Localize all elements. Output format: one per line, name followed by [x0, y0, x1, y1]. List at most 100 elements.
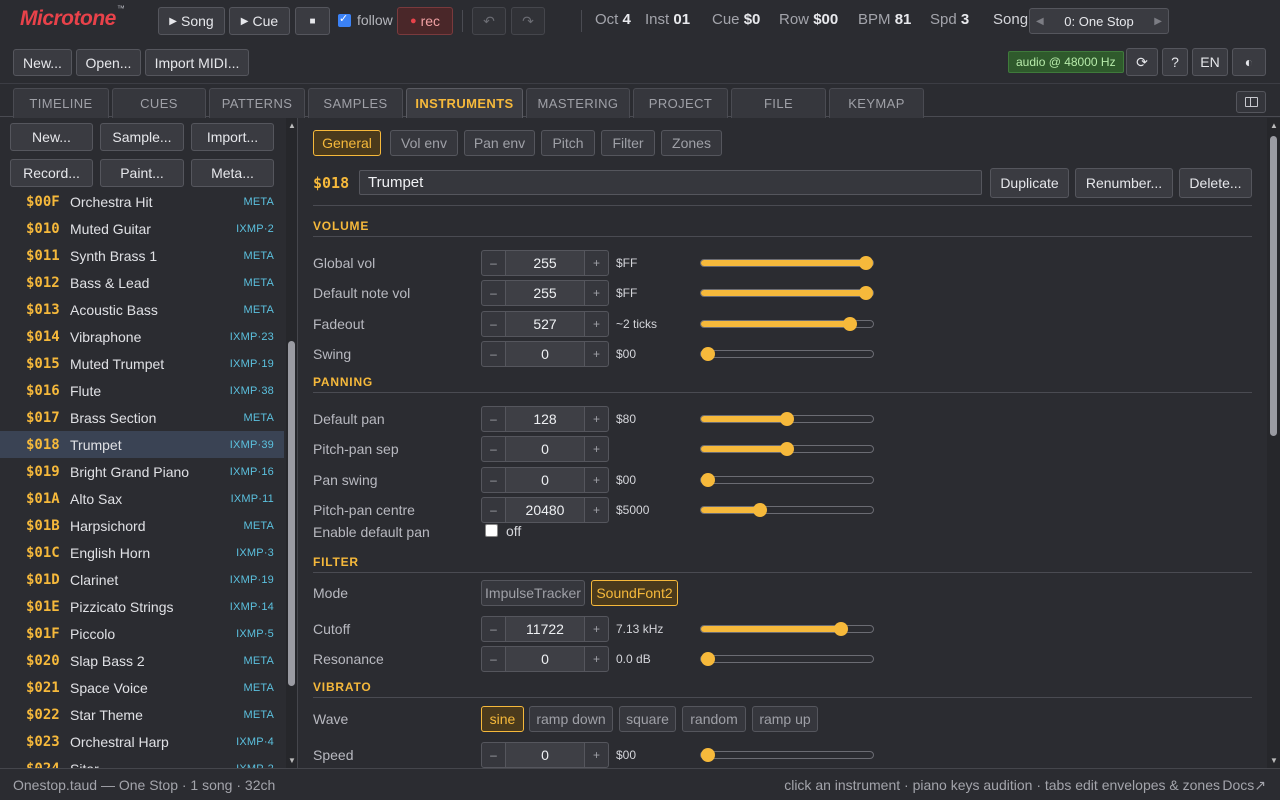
pitch-pan-centre-slider[interactable]	[700, 503, 874, 517]
plus-icon[interactable]: +	[585, 468, 608, 492]
default-pan-slider[interactable]	[700, 412, 874, 426]
plus-icon[interactable]: +	[585, 437, 608, 461]
fadeout-stepper[interactable]: –527 +	[481, 311, 609, 337]
wave-ramp-down[interactable]: ramp down	[529, 706, 613, 732]
pan-swing-value[interactable]: 0	[505, 468, 585, 492]
default-note-vol-stepper[interactable]: –255 +	[481, 280, 609, 306]
list-item[interactable]: $010 Muted Guitar IXMP·2	[0, 215, 284, 242]
slider-handle[interactable]	[859, 256, 873, 270]
slider-handle[interactable]	[780, 442, 794, 456]
import-instrument-button[interactable]: Import...	[191, 123, 274, 151]
enable-default-pan-checkbox[interactable]	[485, 524, 498, 537]
slider-handle[interactable]	[701, 748, 715, 762]
list-item[interactable]: $013 Acoustic Bass META	[0, 296, 284, 323]
pitch-pan-sep-slider[interactable]	[700, 442, 874, 456]
pan-swing-stepper[interactable]: –0 +	[481, 467, 609, 493]
list-item[interactable]: $020 Slap Bass 2 META	[0, 647, 284, 674]
theme-toggle-button[interactable]: ◐	[1232, 48, 1266, 76]
song-selector[interactable]: ◀ 0: One Stop ▶	[1029, 8, 1169, 34]
list-item[interactable]: $023 Orchestral Harp IXMP·4	[0, 728, 284, 755]
plus-icon[interactable]: +	[585, 251, 608, 275]
chevron-left-icon[interactable]: ◀	[1036, 16, 1044, 27]
global-vol-value[interactable]: 255	[505, 251, 585, 275]
list-item[interactable]: $011 Synth Brass 1 META	[0, 242, 284, 269]
speed-slider[interactable]	[700, 748, 874, 762]
list-item[interactable]: $024SitarIXMP·2	[0, 755, 284, 769]
default-pan-value[interactable]: 128	[505, 407, 585, 431]
slider-handle[interactable]	[701, 347, 715, 361]
subtab-pitch[interactable]: Pitch	[541, 130, 595, 156]
meta-instrument-button[interactable]: Meta...	[191, 159, 274, 187]
list-item[interactable]: $01B Harpsichord META	[0, 512, 284, 539]
slider-handle[interactable]	[701, 652, 715, 666]
filter-mode-impulsetracker[interactable]: ImpulseTracker	[481, 580, 585, 606]
minus-icon[interactable]: –	[482, 342, 505, 366]
swing-slider[interactable]	[700, 347, 874, 361]
minus-icon[interactable]: –	[482, 647, 505, 671]
default-note-vol-value[interactable]: 255	[505, 281, 585, 305]
tab-project[interactable]: PROJECT	[633, 88, 728, 118]
refresh-button[interactable]: ⟳	[1126, 48, 1158, 76]
language-button[interactable]: EN	[1192, 48, 1228, 76]
pitch-pan-sep-value[interactable]: 0	[505, 437, 585, 461]
slider-handle[interactable]	[833, 622, 848, 636]
minus-icon[interactable]: –	[482, 743, 505, 767]
scroll-up-icon[interactable]: ▲	[288, 121, 296, 130]
tab-instruments[interactable]: INSTRUMENTS	[406, 88, 523, 118]
tab-timeline[interactable]: TIMELINE	[13, 88, 109, 118]
tab-cues[interactable]: CUES	[112, 88, 206, 118]
undo-button[interactable]: ↶	[472, 7, 506, 35]
sample-instrument-button[interactable]: Sample...	[100, 123, 184, 151]
duplicate-button[interactable]: Duplicate	[990, 168, 1069, 198]
speed-stepper[interactable]: –0 +	[481, 742, 609, 768]
minus-icon[interactable]: –	[482, 281, 505, 305]
record-button[interactable]: ● rec	[397, 7, 453, 35]
filter-mode-soundfont2[interactable]: SoundFont2	[591, 580, 678, 606]
subtab-filter[interactable]: Filter	[601, 130, 655, 156]
redo-button[interactable]: ↷	[511, 7, 545, 35]
follow-checkbox[interactable]	[338, 12, 351, 27]
swing-stepper[interactable]: –0 +	[481, 341, 609, 367]
minus-icon[interactable]: –	[482, 498, 505, 522]
plus-icon[interactable]: +	[585, 312, 608, 336]
default-pan-stepper[interactable]: –128 +	[481, 406, 609, 432]
list-item[interactable]: $01E Pizzicato Strings IXMP·14	[0, 593, 284, 620]
tab-patterns[interactable]: PATTERNS	[209, 88, 305, 118]
resonance-value[interactable]: 0	[505, 647, 585, 671]
list-item[interactable]: $012 Bass & Lead META	[0, 269, 284, 296]
pitch-pan-sep-stepper[interactable]: –0 +	[481, 436, 609, 462]
swing-value[interactable]: 0	[505, 342, 585, 366]
subtab-general[interactable]: General	[313, 130, 381, 156]
list-item[interactable]: $01C English Horn IXMP·3	[0, 539, 284, 566]
docs-link[interactable]: Docs↗	[1222, 777, 1266, 794]
record-instrument-button[interactable]: Record...	[10, 159, 93, 187]
scroll-down-icon[interactable]: ▼	[288, 756, 296, 765]
slider-handle[interactable]	[859, 286, 873, 300]
plus-icon[interactable]: +	[585, 743, 608, 767]
instrument-name-input[interactable]: Trumpet	[359, 170, 982, 195]
list-item[interactable]: $01D Clarinet IXMP·19	[0, 566, 284, 593]
global-vol-stepper[interactable]: –255 +	[481, 250, 609, 276]
renumber-button[interactable]: Renumber...	[1075, 168, 1173, 198]
import-midi-button[interactable]: Import MIDI...	[145, 49, 249, 76]
play-cue-button[interactable]: ▶ Cue	[229, 7, 290, 35]
global-vol-slider[interactable]	[700, 256, 874, 270]
plus-icon[interactable]: +	[585, 407, 608, 431]
resonance-slider[interactable]	[700, 652, 874, 666]
tab-samples[interactable]: SAMPLES	[308, 88, 403, 118]
pan-swing-slider[interactable]	[700, 473, 874, 487]
follow-toggle[interactable]: follow	[338, 12, 393, 28]
list-item[interactable]: $01F Piccolo IXMP·5	[0, 620, 284, 647]
list-item[interactable]: $00F Orchestra Hit META	[0, 188, 284, 215]
list-item[interactable]: $019 Bright Grand Piano IXMP·16	[0, 458, 284, 485]
list-item[interactable]: $018 Trumpet IXMP·39	[0, 431, 284, 458]
play-song-button[interactable]: ▶ Song	[158, 7, 225, 35]
resonance-stepper[interactable]: –0 +	[481, 646, 609, 672]
tab-keymap[interactable]: KEYMAP	[829, 88, 924, 118]
list-item[interactable]: $015 Muted Trumpet IXMP·19	[0, 350, 284, 377]
slider-handle[interactable]	[701, 473, 715, 487]
list-item[interactable]: $014 Vibraphone IXMP·23	[0, 323, 284, 350]
pitch-pan-centre-stepper[interactable]: –20480 +	[481, 497, 609, 523]
wave-random[interactable]: random	[682, 706, 746, 732]
paint-instrument-button[interactable]: Paint...	[100, 159, 184, 187]
